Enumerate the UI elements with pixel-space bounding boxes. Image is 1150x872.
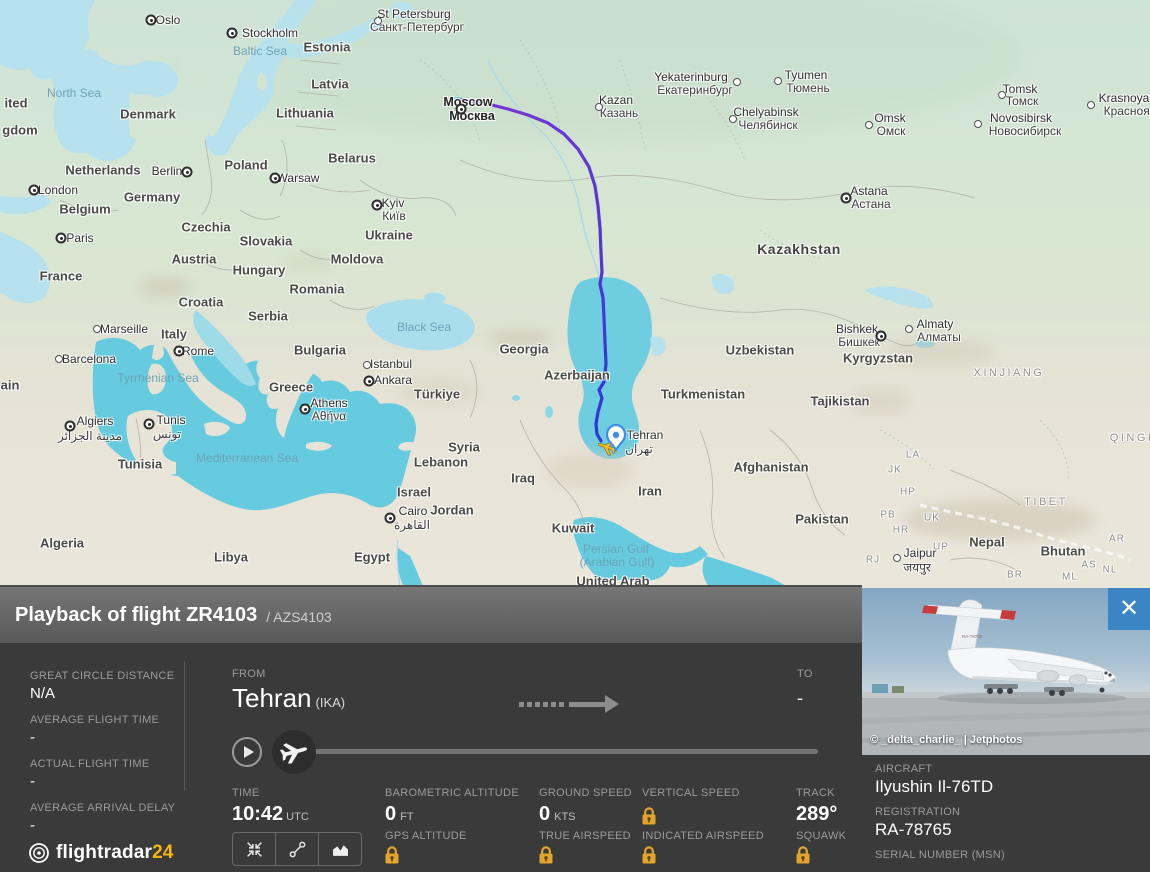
radar-icon xyxy=(28,842,50,864)
stat-value: N/A xyxy=(30,685,180,702)
time-label: TIME xyxy=(232,787,309,799)
play-button[interactable] xyxy=(232,737,262,767)
metric-value: 0 xyxy=(385,803,396,825)
aircraft-info: AIRCRAFT Ilyushin Il-76TD REGISTRATION R… xyxy=(862,755,1150,872)
time-unit: UTC xyxy=(286,811,309,823)
msn-label: SERIAL NUMBER (MSN) xyxy=(875,849,1150,861)
photo-credit: © _delta_charlie_ | Jetphotos xyxy=(870,734,1022,746)
metric-label: TRACK xyxy=(796,787,846,799)
lock-icon xyxy=(539,846,553,864)
metric-column: VERTICAL SPEED INDICATED AIRSPEED xyxy=(642,787,764,864)
playback-slider-track[interactable] xyxy=(292,749,818,754)
stat-label: ACTUAL FLIGHT TIME xyxy=(30,758,180,770)
close-button[interactable]: ✕ xyxy=(1108,588,1150,630)
metric-column: TRACK 289° SQUAWK xyxy=(796,787,846,864)
msn-value: - xyxy=(875,863,1150,872)
aircraft-label: AIRCRAFT xyxy=(875,763,1150,775)
stat-block: AVERAGE FLIGHT TIME - xyxy=(30,714,180,746)
metric-label: BAROMETRIC ALTITUDE xyxy=(385,787,519,799)
stat-block: AVERAGE ARRIVAL DELAY - xyxy=(30,802,180,834)
divider xyxy=(184,661,185,791)
route-to: TO - xyxy=(797,668,813,709)
map-base xyxy=(0,0,1150,588)
logo-text: flightradar xyxy=(56,842,152,864)
to-city: - xyxy=(797,688,813,709)
lock-icon xyxy=(796,846,810,864)
stat-label: GREAT CIRCLE DISTANCE xyxy=(30,670,180,682)
metric-label: GROUND SPEED xyxy=(539,787,632,799)
flightradar24-playback-window: OsloStockholmSt PetersburgСанкт-Петербур… xyxy=(0,0,1150,872)
lock-icon xyxy=(642,807,656,825)
altitude-chart-button[interactable] xyxy=(319,833,361,865)
logo-24: 24 xyxy=(152,842,173,864)
playback-title: Playback of flight ZR4103 xyxy=(15,604,257,627)
metric-label: GPS ALTITUDE xyxy=(385,830,519,842)
from-city: Tehran xyxy=(232,683,312,713)
area-chart-icon xyxy=(332,841,349,858)
aircraft-photo[interactable]: RA-78765 © _delta_charlie_ | Jetphotos xyxy=(862,588,1150,755)
route-from: FROM Tehran (IKA) xyxy=(232,668,345,714)
registration-label: REGISTRATION xyxy=(875,806,1150,818)
metric-label: VERTICAL SPEED xyxy=(642,787,764,799)
play-icon xyxy=(244,746,254,758)
aircraft-illustration: RA-78765 xyxy=(862,588,1150,755)
stat-block: ACTUAL FLIGHT TIME - xyxy=(30,758,180,790)
registration-value: RA-78765 xyxy=(875,820,1150,840)
playback-callsign: / AZS4103 xyxy=(266,605,331,625)
metric-column: BAROMETRIC ALTITUDE 0 FT GPS ALTITUDE xyxy=(385,787,519,864)
from-label: FROM xyxy=(232,668,345,680)
route-icon xyxy=(289,841,306,858)
playback-slider-thumb[interactable] xyxy=(272,730,316,774)
metric-value: 0 xyxy=(539,803,550,825)
aircraft-type: Ilyushin Il-76TD xyxy=(875,777,1150,797)
stat-value: - xyxy=(30,773,180,790)
world-map[interactable]: OsloStockholmSt PetersburgСанкт-Петербур… xyxy=(0,0,1150,588)
stat-value: - xyxy=(30,729,180,746)
playback-toolbar xyxy=(232,832,362,866)
from-airport-code: (IKA) xyxy=(316,695,346,710)
flightradar24-logo[interactable]: flightradar24 xyxy=(28,842,173,864)
collapse-icon xyxy=(246,841,263,858)
metric-column: GROUND SPEED 0 KTS TRUE AIRSPEED xyxy=(539,787,632,864)
playback-header: Playback of flight ZR4103 / AZS4103 xyxy=(0,585,862,643)
airplane-icon xyxy=(278,736,310,768)
to-label: TO xyxy=(797,668,813,680)
collapse-button[interactable] xyxy=(233,833,276,865)
metric-label: SQUAWK xyxy=(796,830,846,842)
metric-unit: KTS xyxy=(554,811,575,825)
stat-block: GREAT CIRCLE DISTANCE N/A xyxy=(30,670,180,702)
lock-icon xyxy=(642,846,656,864)
stat-value: - xyxy=(30,817,180,834)
flight-stats-sidebar: GREAT CIRCLE DISTANCE N/A AVERAGE FLIGHT T… xyxy=(30,670,180,846)
metric-unit: FT xyxy=(400,811,413,825)
metric-label: TRUE AIRSPEED xyxy=(539,830,632,842)
metric-label: INDICATED AIRSPEED xyxy=(642,830,764,842)
route-button[interactable] xyxy=(276,833,319,865)
stat-label: AVERAGE FLIGHT TIME xyxy=(30,714,180,726)
svg-text:RA-78765: RA-78765 xyxy=(962,634,983,639)
time-value: 10:42 xyxy=(232,803,283,825)
metric-value: 289° xyxy=(796,803,837,825)
stat-label: AVERAGE ARRIVAL DELAY xyxy=(30,802,180,814)
time-block: TIME 10:42UTC xyxy=(232,787,309,826)
route-arrow-icon xyxy=(519,695,619,713)
lock-icon xyxy=(385,846,399,864)
